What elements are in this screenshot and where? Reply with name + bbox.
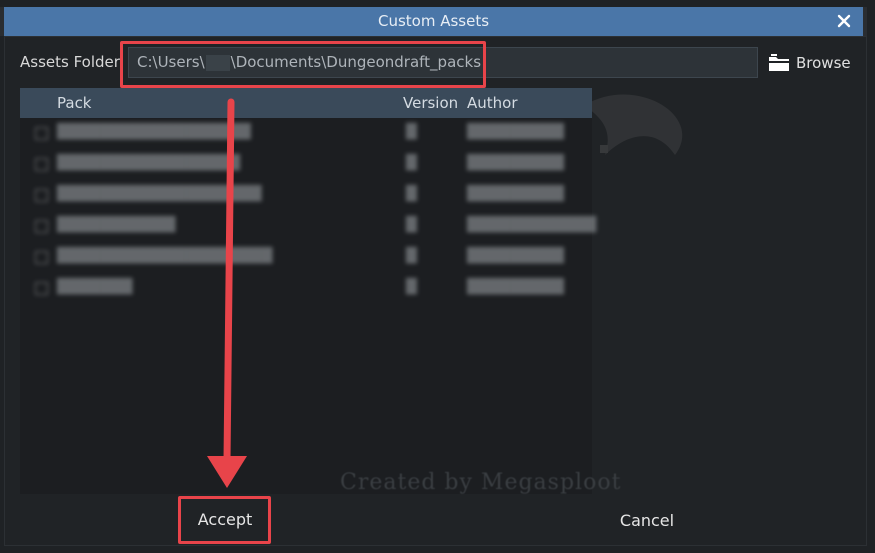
blurred-text: █ (406, 186, 417, 202)
blurred-text: ████████████████████ (57, 248, 273, 264)
assets-folder-label: Assets Folder: (20, 53, 125, 71)
blurred-text: █████████ (467, 186, 564, 202)
pack-list-header: Pack Version Author (20, 88, 592, 118)
list-item[interactable]: ████████████████████ █ █████████ (20, 242, 592, 273)
checkbox-icon[interactable] (35, 127, 48, 140)
blurred-text: ███████ (57, 279, 133, 295)
blurred-text: █ (406, 124, 417, 140)
checkbox-icon[interactable] (35, 220, 48, 233)
browse-button[interactable]: Browse (768, 49, 851, 77)
accept-button[interactable]: Accept (181, 498, 269, 541)
blurred-text: █ (406, 248, 417, 264)
blurred-text: █████████████████ (57, 155, 241, 171)
blurred-text: █████████ (467, 124, 564, 140)
redacted-username (205, 54, 230, 71)
blurred-text: █████████ (467, 155, 564, 171)
column-version[interactable]: Version (403, 94, 458, 112)
list-item[interactable]: ███████████ █ ████████████ (20, 211, 596, 242)
list-item[interactable]: ███████ █ █████████ (20, 273, 592, 304)
pack-list: Pack Version Author ██████████████████ █… (20, 88, 596, 494)
browse-label: Browse (796, 54, 851, 72)
blurred-text: █ (406, 217, 417, 233)
blurred-text: █ (406, 155, 417, 171)
checkbox-icon[interactable] (35, 158, 48, 171)
blurred-text: █████████ (467, 248, 564, 264)
assets-folder-input[interactable]: C:\Users\ \Documents\Dungeondraft_packs (128, 47, 758, 78)
close-button[interactable] (833, 10, 855, 32)
column-author[interactable]: Author (467, 94, 518, 112)
checkbox-icon[interactable] (35, 282, 48, 295)
watermark-caption: Created by Megasploot (340, 470, 622, 495)
list-item[interactable]: █████████████████ █ █████████ (20, 149, 592, 180)
blurred-text: █ (406, 279, 417, 295)
cancel-button[interactable]: Cancel (602, 500, 692, 540)
folder-path-prefix: C:\Users\ (137, 53, 205, 71)
close-icon (837, 14, 851, 28)
blurred-text: █████████ (467, 279, 564, 295)
blurred-text: ███████████ (57, 217, 176, 233)
folder-path-suffix: \Documents\Dungeondraft_packs (230, 53, 482, 71)
list-item[interactable]: ███████████████████ █ █████████ (20, 180, 592, 211)
blurred-text: ███████████████████ (57, 186, 262, 202)
blurred-text: ██████████████████ (57, 124, 251, 140)
window-title: Custom Assets (377, 12, 490, 30)
list-item[interactable]: ██████████████████ █ █████████ (20, 118, 592, 149)
column-pack[interactable]: Pack (57, 94, 92, 112)
checkbox-icon[interactable] (35, 251, 48, 264)
blurred-text: ████████████ (467, 217, 597, 233)
checkbox-icon[interactable] (35, 189, 48, 202)
custom-assets-dialog: Custom Assets Assets Folder: C:\Users\ \D… (0, 0, 875, 553)
folder-open-icon (769, 54, 789, 71)
titlebar: Custom Assets (0, 7, 867, 36)
